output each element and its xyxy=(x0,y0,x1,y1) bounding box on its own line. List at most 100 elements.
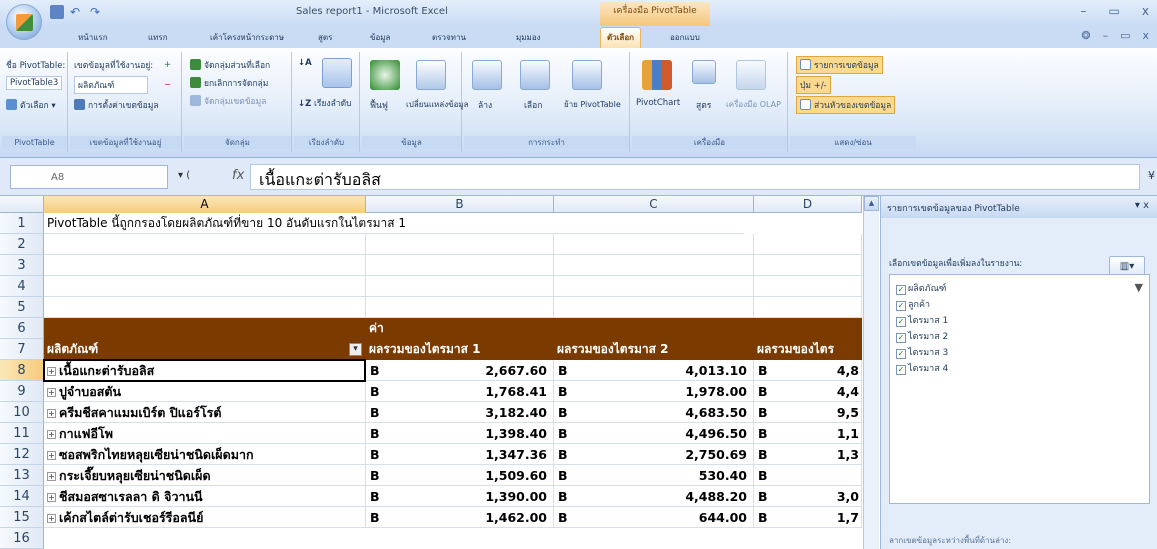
empty-cell[interactable] xyxy=(44,255,366,276)
expand-row-icon[interactable]: + xyxy=(47,451,56,460)
sum-q2-header[interactable]: ผลรวมของไตรมาส 2 xyxy=(554,339,754,360)
empty-cell[interactable] xyxy=(366,276,554,297)
q1-value-cell[interactable]: B 1,768.41 xyxy=(366,381,554,402)
q1-value-cell[interactable]: B 1,462.00 xyxy=(366,507,554,528)
row-header-13[interactable]: 13 xyxy=(0,465,44,486)
empty-cell[interactable] xyxy=(754,297,862,318)
empty-cell[interactable] xyxy=(44,234,366,255)
pivotchart-button[interactable]: PivotChart xyxy=(636,98,680,108)
redo-icon[interactable]: ↷ xyxy=(90,5,104,19)
tab-review[interactable]: ตรวจทาน xyxy=(432,31,466,44)
tab-formulas[interactable]: สูตร xyxy=(318,31,332,44)
column-header-a[interactable]: A xyxy=(44,196,366,213)
field-q2-checkbox[interactable]: ✓ xyxy=(896,333,906,343)
select-icon[interactable] xyxy=(520,60,550,90)
expand-row-icon[interactable]: + xyxy=(47,472,56,481)
refresh-icon[interactable] xyxy=(370,60,400,90)
q2-value-cell[interactable]: B 2,750.69 xyxy=(554,444,754,465)
q2-value-cell[interactable]: B 4,496.50 xyxy=(554,423,754,444)
formula-button[interactable]: สูตร xyxy=(696,98,711,112)
sum-q1-header[interactable]: ผลรวมของไตรมาส 1 xyxy=(366,339,554,360)
field-customer-checkbox[interactable]: ✓ xyxy=(896,301,906,311)
q2-value-cell[interactable]: B 644.00 xyxy=(554,507,754,528)
workbook-close-button[interactable]: x xyxy=(1142,29,1149,42)
q3-value-cell[interactable]: B 4,4 xyxy=(754,381,862,402)
row-header-8[interactable]: 8 xyxy=(0,360,44,381)
empty-cell[interactable] xyxy=(44,276,366,297)
formula-icon[interactable] xyxy=(692,60,716,84)
expand-row-icon[interactable]: + xyxy=(47,430,56,439)
olap-tools-icon[interactable] xyxy=(736,60,766,90)
row-header-3[interactable]: 3 xyxy=(0,255,44,276)
help-icon[interactable]: ❂ xyxy=(1081,29,1090,42)
scroll-up-icon[interactable]: ▲ xyxy=(864,196,879,211)
expand-row-icon[interactable]: + xyxy=(47,367,56,376)
field-q3-checkbox[interactable]: ✓ xyxy=(896,349,906,359)
empty-cell[interactable] xyxy=(554,276,754,297)
cell-a6[interactable] xyxy=(44,318,366,339)
product-cell[interactable]: + ซอสพริกไทยหลุยเซียน่าชนิดเผ็ดมาก xyxy=(44,444,366,465)
column-header-d[interactable]: D xyxy=(754,196,862,213)
name-box[interactable]: A8 xyxy=(10,165,168,189)
name-box-dropdown-icon[interactable]: ▾ ( xyxy=(178,170,190,181)
row-header-6[interactable]: 6 xyxy=(0,318,44,339)
empty-cell[interactable] xyxy=(754,276,862,297)
pivottable-name-input[interactable]: PivotTable3 xyxy=(6,76,63,90)
expand-row-icon[interactable]: + xyxy=(47,388,56,397)
expand-row-icon[interactable]: + xyxy=(47,514,56,523)
row-header-7[interactable]: 7 xyxy=(0,339,44,360)
product-cell[interactable]: + ชีสมอสซาเรลลา ดิ จิวานนี xyxy=(44,486,366,507)
pivotchart-icon[interactable] xyxy=(642,60,672,90)
vertical-scrollbar[interactable]: ▲ xyxy=(863,196,879,549)
row-header-11[interactable]: 11 xyxy=(0,423,44,444)
sort-button[interactable]: ↓Z เรียงลำดับ xyxy=(298,96,352,110)
restore-button[interactable]: ▭ xyxy=(1109,4,1120,18)
values-header[interactable]: ค่า xyxy=(366,318,554,339)
q1-value-cell[interactable]: B 1,509.60 xyxy=(366,465,554,486)
filter-funnel-icon[interactable]: ▼ xyxy=(1135,281,1143,294)
row-header-4[interactable]: 4 xyxy=(0,276,44,297)
move-pivottable-icon[interactable] xyxy=(572,60,602,90)
field-q1-checkbox[interactable]: ✓ xyxy=(896,317,906,327)
column-header-b[interactable]: B xyxy=(366,196,554,213)
row-header-2[interactable]: 2 xyxy=(0,234,44,255)
sort-icon[interactable] xyxy=(322,58,352,88)
select-all-corner[interactable] xyxy=(0,196,44,213)
row-header-1[interactable]: 1 xyxy=(0,213,44,234)
tab-design[interactable]: ออกแบบ xyxy=(670,31,700,44)
save-icon[interactable] xyxy=(50,5,64,19)
empty-cell[interactable] xyxy=(554,234,754,255)
q1-value-cell[interactable]: B 1,347.36 xyxy=(366,444,554,465)
tab-options[interactable]: ตัวเลือก xyxy=(600,27,641,48)
empty-cell[interactable] xyxy=(754,234,862,255)
row-header-9[interactable]: 9 xyxy=(0,381,44,402)
expand-field-icon[interactable]: + xyxy=(164,60,171,70)
q1-value-cell[interactable]: B 3,182.40 xyxy=(366,402,554,423)
field-settings-button[interactable]: การตั้งค่าเขตข้อมูล xyxy=(74,98,159,112)
expand-formula-bar-icon[interactable]: ¥ xyxy=(1148,169,1155,182)
ribbon-minimize-button[interactable]: – xyxy=(1103,29,1109,42)
clear-button[interactable]: ล้าง xyxy=(478,98,492,112)
column-header-c[interactable]: C xyxy=(554,196,754,213)
empty-cell[interactable] xyxy=(754,255,862,276)
empty-cell[interactable] xyxy=(554,255,754,276)
pane-close-button[interactable]: ▾ x xyxy=(1135,200,1149,211)
field-product[interactable]: ✓ ผลิตภัณฑ์ xyxy=(896,281,946,295)
tab-data[interactable]: ข้อมูล xyxy=(370,31,390,44)
pivottable-options-button[interactable]: ตัวเลือก ▾ xyxy=(6,98,56,112)
q2-value-cell[interactable]: B 4,013.10 xyxy=(554,360,754,381)
field-q4[interactable]: ✓ ไตรมาส 4 xyxy=(896,361,948,375)
empty-cell[interactable] xyxy=(366,234,554,255)
refresh-button[interactable]: ฟื้นฟู xyxy=(370,98,388,112)
select-button[interactable]: เลือก xyxy=(524,98,542,112)
row-header-14[interactable]: 14 xyxy=(0,486,44,507)
empty-cell[interactable] xyxy=(366,255,554,276)
tab-home[interactable]: หน้าแรก xyxy=(78,31,108,44)
q2-value-cell[interactable]: B 4,683.50 xyxy=(554,402,754,423)
row-header-16[interactable]: 16 xyxy=(0,528,44,549)
move-pivottable-button[interactable]: ย้าย PivotTable xyxy=(564,98,621,111)
q1-value-cell[interactable]: B 2,667.60 xyxy=(366,360,554,381)
field-q4-checkbox[interactable]: ✓ xyxy=(896,365,906,375)
field-product-checkbox[interactable]: ✓ xyxy=(896,285,906,295)
row-label-filter-dropdown-icon[interactable]: ▾ xyxy=(349,343,362,356)
